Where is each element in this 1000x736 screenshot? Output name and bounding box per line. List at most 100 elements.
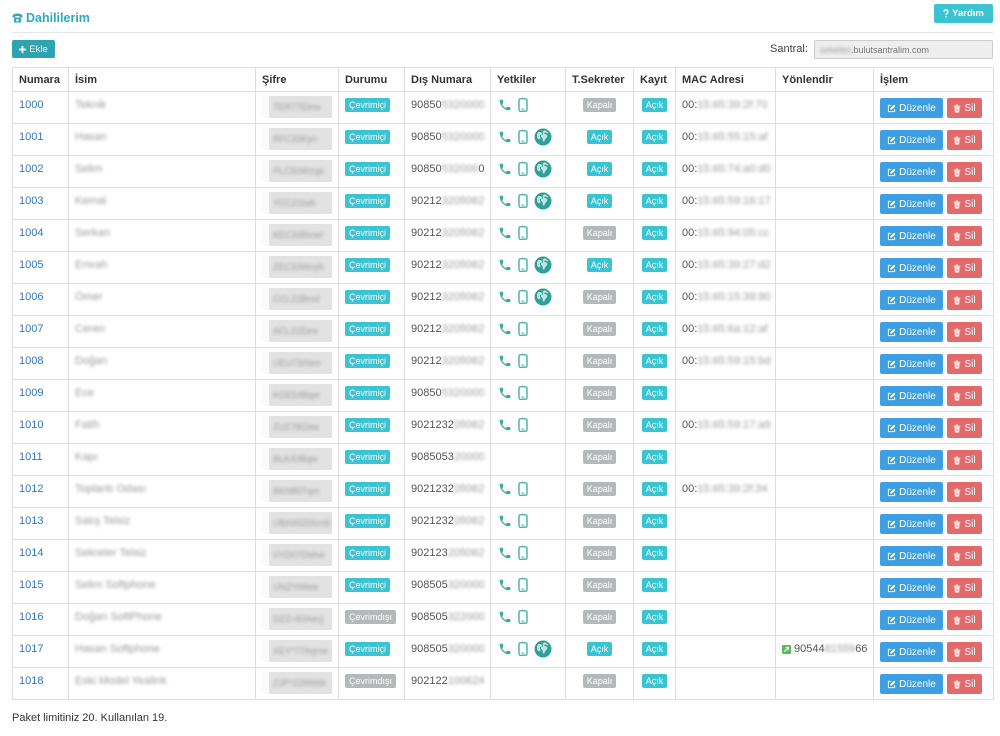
delete-button-label: Sil [964, 550, 976, 562]
delete-button[interactable]: Sil [947, 514, 982, 534]
edit-button[interactable]: Düzenle [880, 290, 943, 310]
delete-button[interactable]: Sil [947, 98, 982, 118]
edit-button[interactable]: Düzenle [880, 674, 943, 694]
delete-button[interactable]: Sil [947, 322, 982, 342]
edit-button[interactable]: Düzenle [880, 354, 943, 374]
delete-button[interactable]: Sil [947, 290, 982, 310]
table-row: 1016 Doğan SoftPhone DZZ=83Aecj Çevrimdı… [12, 603, 994, 636]
extension-number-link[interactable]: 1006 [19, 291, 43, 303]
delete-button[interactable]: Sil [947, 418, 982, 438]
edit-button-label: Düzenle [899, 102, 936, 114]
extension-number-link[interactable]: 1009 [19, 387, 43, 399]
record-badge: Açık [641, 482, 668, 496]
edit-button[interactable]: Düzenle [880, 226, 943, 246]
delete-button[interactable]: Sil [947, 674, 982, 694]
extension-number-link[interactable]: 1004 [19, 227, 43, 239]
edit-button[interactable]: Düzenle [880, 450, 943, 470]
password-field[interactable]: UNZ*0Wee [262, 576, 332, 598]
delete-button[interactable]: Sil [947, 450, 982, 470]
password-field[interactable]: RFC33Kyn [262, 128, 332, 150]
extension-number-link[interactable]: 1000 [19, 99, 43, 111]
password-field[interactable]: ZUZ78Gbw [262, 416, 332, 438]
password-field[interactable]: KEC33Rmer [262, 224, 332, 246]
cell-number: 1008 [12, 347, 69, 380]
extension-number-link[interactable]: 1003 [19, 195, 43, 207]
edit-button[interactable]: Düzenle [880, 546, 943, 566]
extension-number-link[interactable]: 1012 [19, 483, 43, 495]
edit-button[interactable]: Düzenle [880, 130, 943, 150]
cell-external-number: 902123205062 [404, 251, 491, 284]
phone-icon [498, 418, 512, 432]
password-field[interactable]: BKN80Tqm [262, 480, 332, 502]
extension-number-link[interactable]: 1011 [19, 451, 43, 463]
delete-button[interactable]: Sil [947, 130, 982, 150]
delete-button[interactable]: Sil [947, 194, 982, 214]
cell-actions: Düzenle Sil [873, 315, 994, 348]
edit-button[interactable]: Düzenle [880, 386, 943, 406]
password-field[interactable]: CCL22Bmd [262, 288, 332, 310]
edit-button[interactable]: Düzenle [880, 162, 943, 182]
extension-number-link[interactable]: 1016 [19, 611, 43, 623]
external-number-masked: 5320000 [441, 99, 485, 111]
edit-icon [887, 584, 896, 593]
help-button[interactable]: Yardım [934, 4, 993, 23]
cell-actions: Düzenle Sil [873, 123, 994, 156]
edit-button[interactable]: Düzenle [880, 610, 943, 630]
password-field[interactable]: ZEC33Wnyh [262, 256, 332, 278]
password-field[interactable]: PLC50Wzqa [262, 160, 332, 182]
edit-button[interactable]: Düzenle [880, 514, 943, 534]
table-row: 1000 Teknik TER77Elmx Çevrimiçi 90850532… [12, 91, 994, 124]
edit-button[interactable]: Düzenle [880, 642, 943, 662]
extension-number-link[interactable]: 1007 [19, 323, 43, 335]
password-field[interactable]: TER77Elmx [262, 96, 332, 118]
delete-button[interactable]: Sil [947, 482, 982, 502]
delete-button[interactable]: Sil [947, 226, 982, 246]
extension-number-link[interactable]: 1005 [19, 259, 43, 271]
password-field[interactable]: DZZ=83Aecj [262, 608, 332, 630]
edit-button-label: Düzenle [899, 326, 936, 338]
delete-button[interactable]: Sil [947, 354, 982, 374]
password-field[interactable]: VYD07Dbhw [262, 544, 332, 566]
extension-number-link[interactable]: 1001 [19, 131, 43, 143]
delete-button[interactable]: Sil [947, 258, 982, 278]
edit-button[interactable]: Düzenle [880, 98, 943, 118]
password-field[interactable]: UBA90ZDcmb [262, 512, 332, 534]
cell-password: ACL22Eew [255, 315, 339, 348]
delete-button-label: Sil [964, 518, 976, 530]
extension-number-link[interactable]: 1015 [19, 579, 43, 591]
secretary-badge: Kapalı [582, 226, 617, 240]
delete-button[interactable]: Sil [947, 610, 982, 630]
cell-external-number: 902123205062 [404, 187, 491, 220]
extension-number-link[interactable]: 1002 [19, 163, 43, 175]
edit-button[interactable]: Düzenle [880, 194, 943, 214]
extension-number-link[interactable]: 1017 [19, 643, 43, 655]
add-extension-button[interactable]: Ekle [12, 40, 55, 58]
password-field[interactable]: UEU73Xbm [262, 352, 332, 374]
edit-button[interactable]: Düzenle [880, 418, 943, 438]
password-field[interactable]: XEY*77Aqme [262, 640, 332, 662]
extension-number-link[interactable]: 1018 [19, 675, 43, 687]
edit-button[interactable]: Düzenle [880, 482, 943, 502]
delete-button[interactable]: Sil [947, 642, 982, 662]
delete-button[interactable]: Sil [947, 578, 982, 598]
edit-button[interactable]: Düzenle [880, 258, 943, 278]
cell-record: Açık [633, 347, 676, 380]
delete-button[interactable]: Sil [947, 162, 982, 182]
extension-number-link[interactable]: 1010 [19, 419, 43, 431]
edit-button[interactable]: Düzenle [880, 578, 943, 598]
delete-button[interactable]: Sil [947, 386, 982, 406]
edit-button[interactable]: Düzenle [880, 322, 943, 342]
mac-masked: 15:65:94:05:cc [697, 227, 770, 239]
extension-number-link[interactable]: 1013 [19, 515, 43, 527]
password-field[interactable]: YCC21lwb [262, 192, 332, 214]
password-field[interactable]: ZJP*22Wbbb [262, 672, 332, 694]
delete-button[interactable]: Sil [947, 546, 982, 566]
password-field[interactable]: KGE54Bqw [262, 384, 332, 406]
extension-number-link[interactable]: 1014 [19, 547, 43, 559]
extension-number-link[interactable]: 1008 [19, 355, 43, 367]
cell-name: Hasan [68, 123, 256, 156]
password-field[interactable]: BLK43Bqw [262, 448, 332, 470]
delete-button-label: Sil [964, 166, 976, 178]
santral-field[interactable]: sirketim .bulutsantralim.com [814, 40, 993, 59]
password-field[interactable]: ACL22Eew [262, 320, 332, 342]
